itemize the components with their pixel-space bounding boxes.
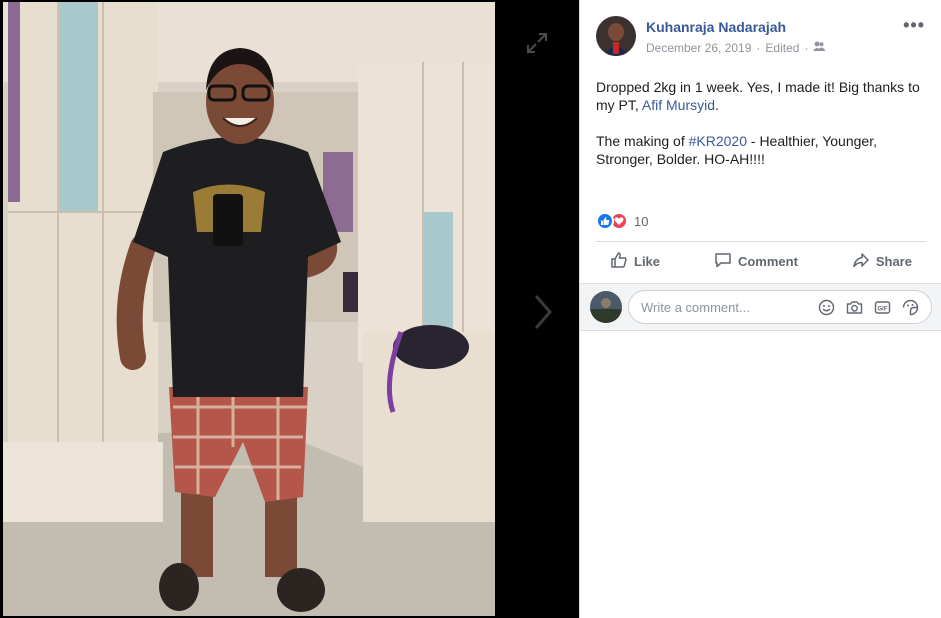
post-photo[interactable] xyxy=(3,2,495,616)
comment-button[interactable]: Comment xyxy=(700,251,812,272)
reaction-count[interactable]: 10 xyxy=(634,214,648,229)
gym-locker-room-selfie-image xyxy=(3,2,495,616)
share-arrow-icon xyxy=(852,251,870,272)
post-meta: December 26, 2019 · Edited · xyxy=(646,41,826,55)
post-date-link[interactable]: December 26, 2019 xyxy=(646,41,751,55)
hashtag-link[interactable]: #KR2020 xyxy=(689,133,747,149)
reactions-summary[interactable]: 10 xyxy=(596,212,648,230)
share-button[interactable]: Share xyxy=(838,251,926,272)
comment-input[interactable] xyxy=(641,299,811,315)
post-paragraph: Dropped 2kg in 1 week. Yes, I made it! B… xyxy=(596,78,926,114)
author-name-link[interactable]: Kuhanraja Nadarajah xyxy=(646,19,786,35)
share-label: Share xyxy=(875,254,912,269)
camera-icon[interactable] xyxy=(845,298,863,316)
friends-icon[interactable] xyxy=(813,41,826,55)
post-text-segment: The making of xyxy=(596,133,689,149)
edited-label[interactable]: Edited xyxy=(765,41,799,55)
sticker-icon[interactable] xyxy=(901,298,919,316)
comment-composer: GIF xyxy=(580,283,941,331)
comment-input-box: GIF xyxy=(628,290,932,324)
comment-label: Comment xyxy=(737,254,798,269)
meta-separator: · xyxy=(804,41,809,55)
emoji-icon[interactable] xyxy=(817,298,835,316)
post-text: Dropped 2kg in 1 week. Yes, I made it! B… xyxy=(596,78,926,186)
mention-link[interactable]: Afif Mursyid xyxy=(642,97,715,113)
post-text-segment: . xyxy=(715,97,719,113)
photo-viewer xyxy=(0,0,579,618)
viewer-avatar[interactable] xyxy=(590,291,622,323)
author-avatar[interactable] xyxy=(596,16,636,56)
thumbs-up-icon xyxy=(610,251,628,272)
comment-bubble-icon xyxy=(714,251,732,272)
post-paragraph: The making of #KR2020 - Healthier, Young… xyxy=(596,132,926,168)
svg-text:GIF: GIF xyxy=(877,306,887,312)
post-details-panel: Kuhanraja Nadarajah December 26, 2019 · … xyxy=(579,0,941,618)
expand-icon[interactable] xyxy=(524,30,550,56)
gif-icon[interactable]: GIF xyxy=(873,298,891,316)
post-actions-bar: Like Comment Share xyxy=(596,241,926,281)
comment-icons: GIF xyxy=(817,298,931,316)
like-label: Like xyxy=(634,254,661,269)
like-reaction-icon xyxy=(596,212,614,230)
more-options-icon[interactable]: ••• xyxy=(903,16,925,34)
meta-separator: · xyxy=(756,41,761,55)
next-photo-icon[interactable] xyxy=(528,290,558,334)
like-button[interactable]: Like xyxy=(596,251,674,272)
